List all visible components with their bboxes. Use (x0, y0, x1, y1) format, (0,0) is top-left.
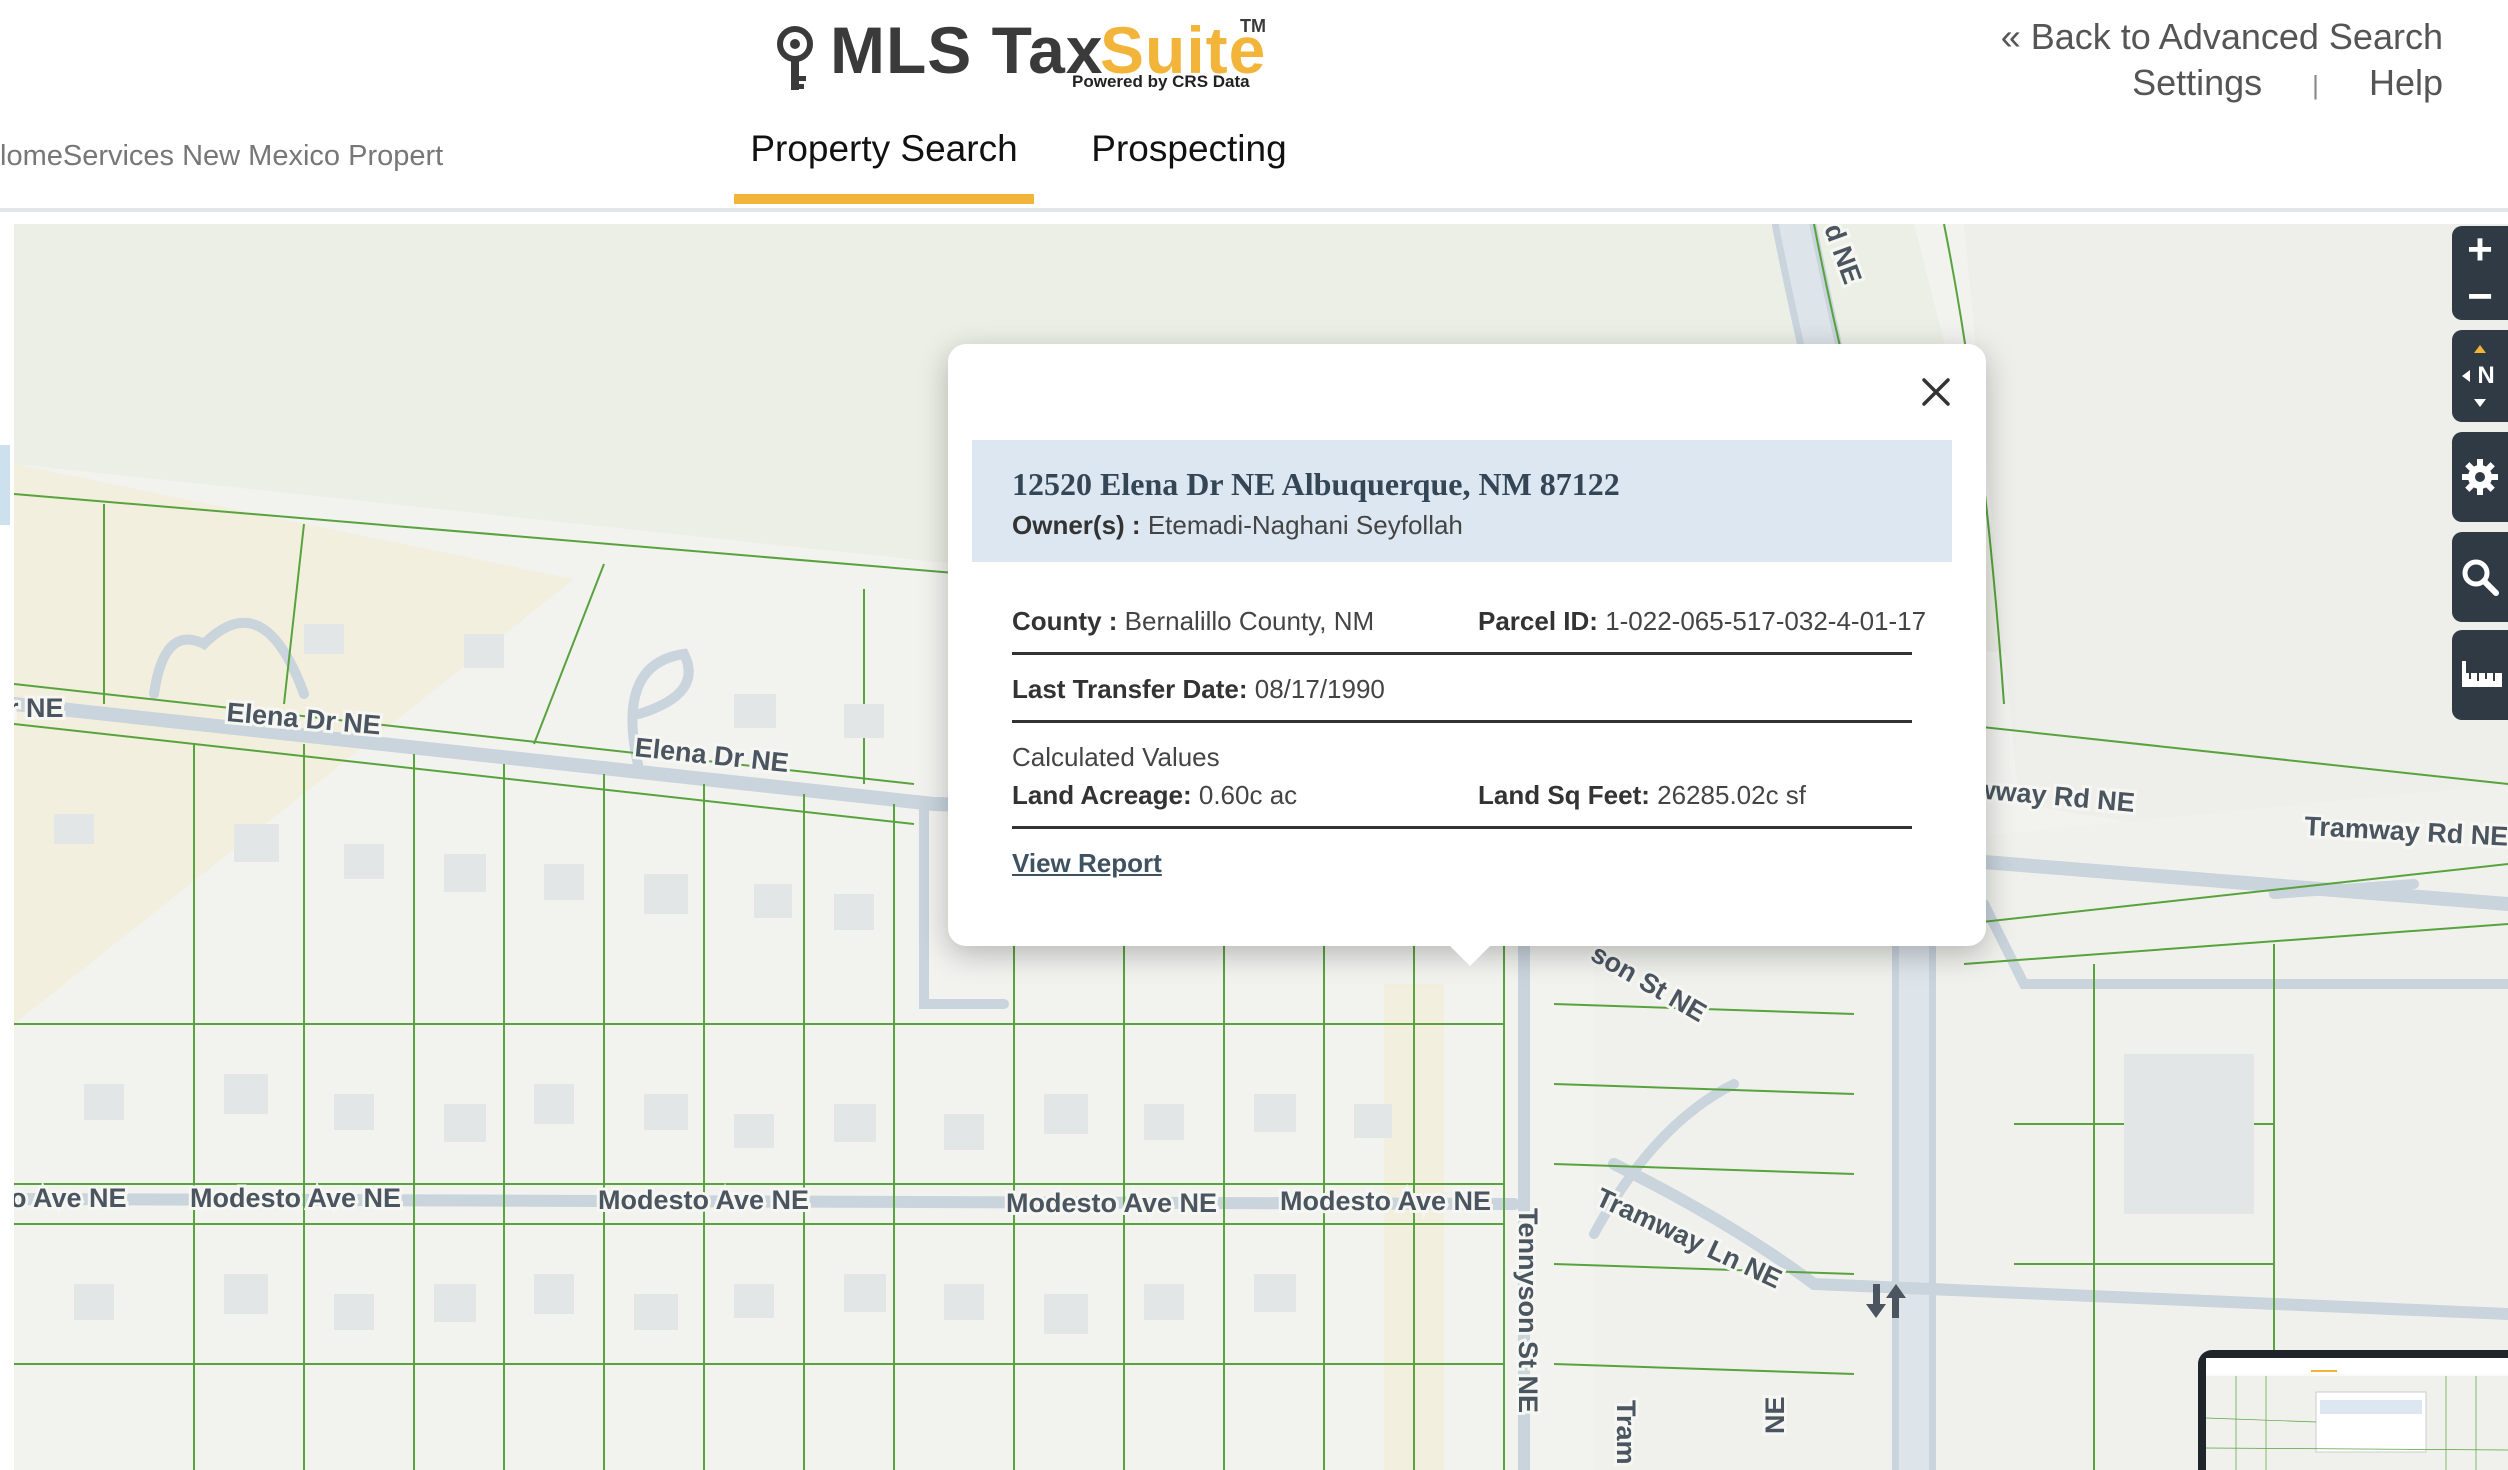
transfer-label: Last Transfer Date: (1012, 674, 1248, 704)
map-settings-button[interactable] (2452, 432, 2508, 522)
minimap-thumbnail[interactable] (2198, 1350, 2508, 1470)
minimap-preview (2205, 1358, 2508, 1470)
road-label: r NE (14, 693, 64, 723)
road-label: Modesto Ave NE (190, 1183, 401, 1213)
side-panel-toggle[interactable] (0, 445, 10, 525)
owner-value: Etemadi-Naghani Seyfollah (1147, 510, 1463, 540)
compass-north-label: N (2477, 362, 2495, 389)
divider (1012, 720, 1912, 723)
top-links: « Back to Advanced Search Settings | Hel… (2001, 16, 2443, 104)
parcel-value: 1-022-065-517-032-4-01-17 (1605, 606, 1927, 636)
property-address: 12520 Elena Dr NE Albuquerque, NM 87122 (1012, 466, 1620, 502)
help-link[interactable]: Help (2369, 62, 2443, 103)
county-row: County : Bernalillo County, NM Parcel ID… (1012, 606, 1926, 637)
logo-word-mls-tax: MLS Tax (830, 13, 1104, 87)
property-popup: 12520 Elena Dr NE Albuquerque, NM 87122 … (948, 344, 1986, 946)
owner-label: Owner(s) : (1012, 510, 1141, 540)
county-label: County : (1012, 606, 1118, 636)
app-header: MLS Tax Suite TM Powered by CRS Data « B… (0, 0, 2508, 212)
owner-line: Owner(s) : Etemadi-Naghani Seyfollah (1012, 510, 1463, 541)
acreage-value: 0.60c ac (1198, 780, 1298, 810)
road-label: Tram (1611, 1400, 1641, 1465)
zoom-in-button[interactable]: + (2467, 227, 2493, 271)
gear-icon (2462, 459, 2498, 495)
zoom-out-button[interactable]: − (2467, 274, 2493, 318)
divider (1012, 826, 1912, 829)
road-label: Tennyson St NE (1513, 1208, 1543, 1413)
close-icon[interactable] (1916, 372, 1956, 412)
acreage-label: Land Acreage: (1012, 780, 1192, 810)
utility-links: Settings | Help (2001, 62, 2443, 104)
map-search-button[interactable] (2452, 532, 2508, 622)
logo-trademark: TM (1240, 16, 1266, 36)
settings-link[interactable]: Settings (2132, 62, 2262, 103)
mls-tax-suite-logo: MLS Tax Suite TM Powered by CRS Data (775, 12, 1266, 102)
road-label: Modesto Ave NE (598, 1185, 809, 1215)
link-separator: | (2312, 69, 2319, 100)
sqft-value: 26285.02c sf (1657, 780, 1807, 810)
organization-name: lomeServices New Mexico Propert (0, 140, 444, 172)
parcel-label: Parcel ID: (1478, 606, 1598, 636)
tab-prospecting[interactable]: Prospecting (1074, 128, 1304, 204)
key-logo-icon (777, 26, 813, 90)
popup-header: 12520 Elena Dr NE Albuquerque, NM 87122 … (972, 440, 1952, 562)
road-label: Modesto Ave NE (1280, 1186, 1491, 1216)
road-label: o Ave NE (14, 1183, 127, 1213)
ruler-icon (2462, 661, 2502, 687)
transfer-row: Last Transfer Date: 08/17/1990 (1012, 674, 1912, 705)
sqft-label: Land Sq Feet: (1478, 780, 1650, 810)
measure-button[interactable] (2452, 630, 2508, 720)
back-to-advanced-search-link[interactable]: « Back to Advanced Search (2001, 16, 2443, 58)
compass-button[interactable]: N (2452, 330, 2508, 422)
sqft-cell: Land Sq Feet: 26285.02c sf (1478, 780, 1806, 811)
calculated-values-heading: Calculated Values (1012, 742, 1220, 772)
tab-property-search[interactable]: Property Search (734, 128, 1034, 204)
road-label: NE (1760, 1396, 1790, 1434)
parcel-cell: Parcel ID: 1-022-065-517-032-4-01-17 (1478, 606, 1926, 637)
road-label: Modesto Ave NE (1006, 1188, 1217, 1218)
divider (1012, 652, 1912, 655)
acreage-row: Land Acreage: 0.60c ac Land Sq Feet: 262… (1012, 780, 1912, 811)
zoom-control: + − (2452, 226, 2508, 320)
view-report-link[interactable]: View Report (1012, 848, 1162, 879)
county-value: Bernalillo County, NM (1124, 606, 1375, 636)
search-icon (2462, 559, 2499, 596)
logo-powered-by: Powered by CRS Data (1072, 72, 1250, 91)
transfer-value: 08/17/1990 (1254, 674, 1385, 704)
minimap-screen (2205, 1358, 2508, 1470)
popup-pointer (1448, 944, 1492, 966)
